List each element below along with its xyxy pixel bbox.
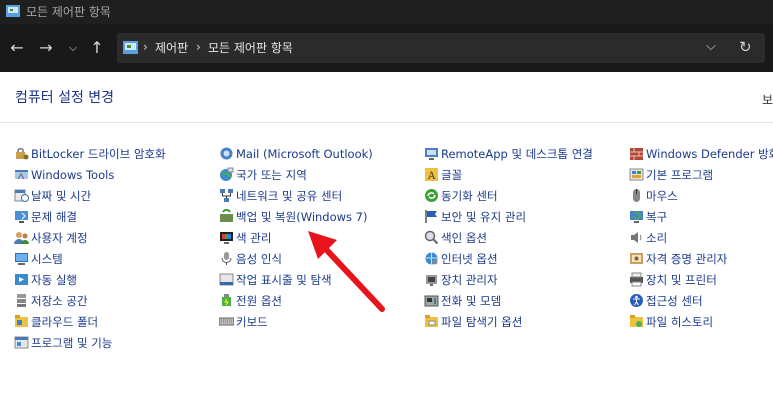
mouse-icon — [633, 189, 640, 202]
sound-icon — [631, 232, 642, 243]
device-manager-icon — [426, 275, 437, 286]
view-by-label[interactable]: 보 — [762, 91, 773, 108]
svg-text:A: A — [427, 171, 436, 182]
color-management-icon — [220, 232, 233, 244]
title-bar: 모든 제어판 항목 — [0, 0, 773, 24]
default-programs-icon — [629, 168, 644, 181]
autoplay-icon — [15, 274, 28, 285]
control-panel-icon — [6, 5, 20, 17]
mail-icon — [220, 147, 233, 160]
remoteapp-icon — [425, 148, 438, 160]
datetime-icon — [14, 189, 29, 202]
credential-icon — [630, 253, 643, 264]
control-panel-window: 모든 제어판 항목 ← → ⌵ ↑ › 제어판 › 모든 제어판 항목 ⌵ ↻ … — [0, 0, 773, 416]
sync-icon — [425, 189, 438, 202]
network-icon — [220, 189, 233, 202]
file-history-icon — [630, 315, 643, 327]
fonts-icon: A — [425, 168, 438, 182]
navigation-bar: ← → ⌵ ↑ › 제어판 › 모든 제어판 항목 ⌵ ↻ — [0, 24, 773, 72]
storage-icon — [17, 294, 26, 307]
internet-options-icon — [425, 252, 438, 265]
power-icon — [222, 294, 231, 306]
control-panel-icon — [123, 41, 138, 54]
taskbar-icon — [219, 273, 234, 286]
divider — [0, 122, 773, 123]
indexing-icon — [424, 230, 439, 245]
cloud-folder-icon — [15, 315, 28, 327]
page-title: 컴퓨터 설정 변경 — [15, 90, 115, 106]
firewall-icon — [630, 148, 643, 160]
breadcrumb-current[interactable]: 모든 제어판 항목 — [208, 40, 293, 56]
explorer-options-icon — [425, 315, 438, 327]
recent-locations-chevron-icon[interactable]: ⌵ — [62, 37, 84, 59]
programs-icon — [14, 336, 29, 349]
breadcrumb-control-panel[interactable]: 제어판 — [155, 40, 188, 56]
windows-tools-icon — [15, 170, 28, 180]
backup-icon — [220, 209, 233, 222]
user-accounts-icon — [14, 232, 29, 244]
refresh-icon[interactable]: ↻ — [739, 38, 752, 56]
breadcrumb-separator-icon[interactable]: › — [196, 39, 201, 55]
up-arrow-icon[interactable]: ↑ — [86, 37, 108, 59]
speech-icon — [221, 252, 232, 265]
security-flag-icon — [425, 210, 437, 223]
address-bar[interactable]: › 제어판 › 모든 제어판 항목 ⌵ ↻ — [117, 33, 765, 63]
forward-arrow-icon[interactable]: → — [35, 37, 57, 59]
bitlocker-icon — [16, 147, 29, 160]
system-icon — [15, 253, 28, 265]
troubleshoot-icon — [15, 211, 28, 223]
window-title: 모든 제어판 항목 — [26, 5, 111, 19]
breadcrumb-separator-icon[interactable]: › — [143, 39, 148, 55]
back-arrow-icon[interactable]: ← — [6, 37, 28, 59]
keyboard-icon — [219, 317, 234, 326]
recovery-icon — [630, 211, 643, 223]
address-dropdown-chevron-icon[interactable]: ⌵ — [706, 39, 716, 54]
phone-modem-icon — [424, 295, 439, 307]
printer-icon — [630, 272, 643, 287]
accessibility-icon — [630, 294, 643, 307]
region-icon — [220, 167, 234, 181]
